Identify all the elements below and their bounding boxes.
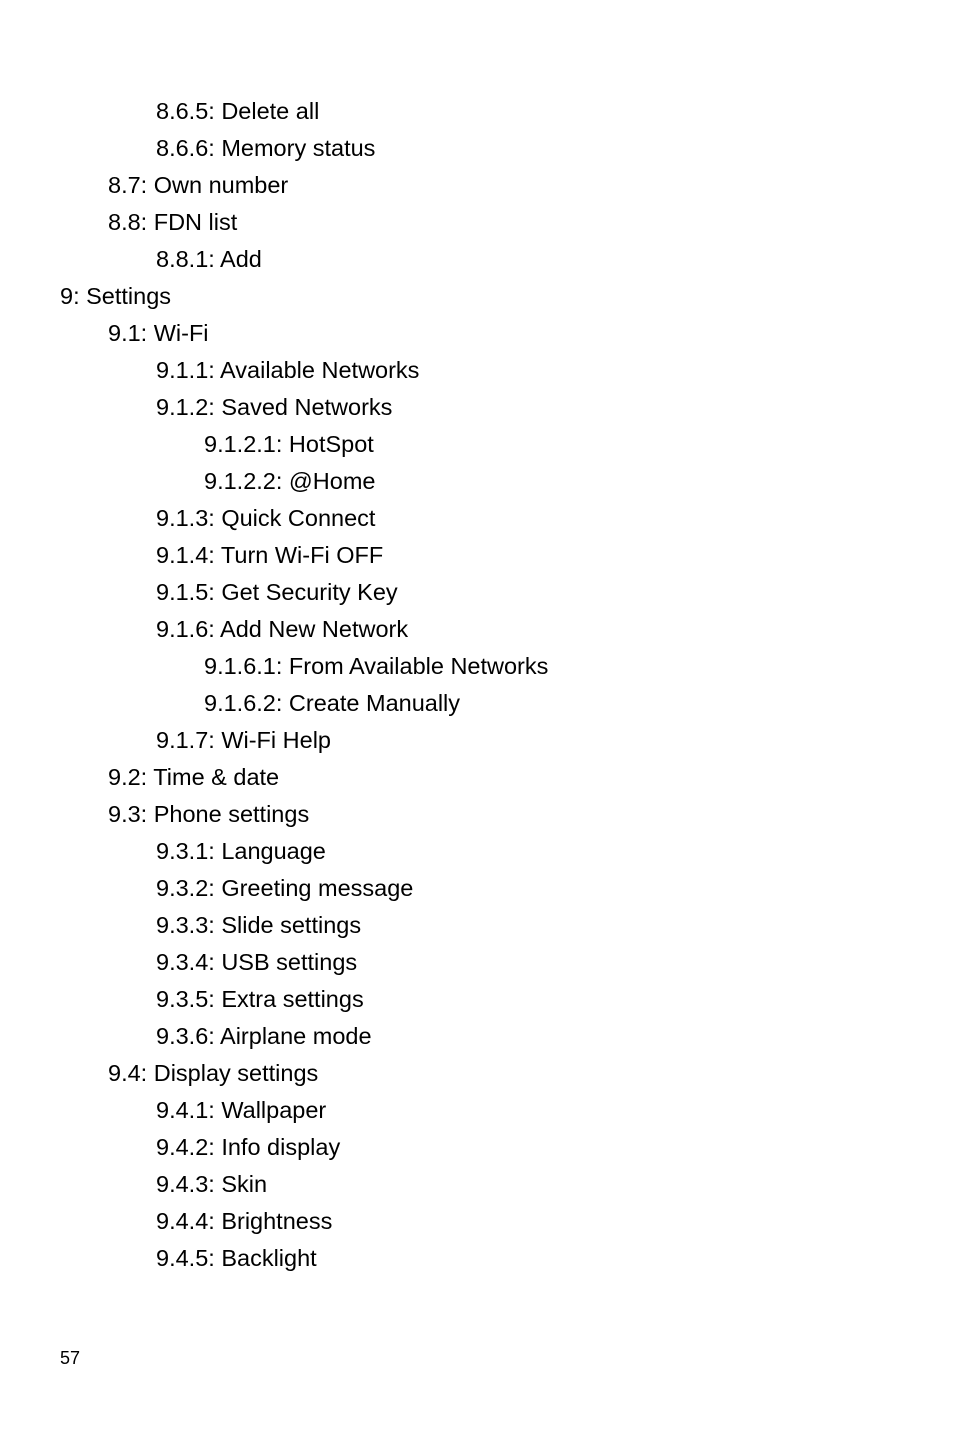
menu-item: 9.4.2: Info display (156, 1136, 954, 1160)
menu-item: 9.3.2: Greeting message (156, 877, 954, 901)
menu-item: 9: Settings (60, 285, 954, 309)
menu-item: 9.4: Display settings (108, 1062, 954, 1086)
menu-item: 9.1.2.1: HotSpot (204, 433, 954, 457)
menu-item: 9.1.3: Quick Connect (156, 507, 954, 531)
menu-item: 9.4.5: Backlight (156, 1247, 954, 1271)
menu-item: 9.1: Wi-Fi (108, 322, 954, 346)
page-number: 57 (60, 1348, 80, 1369)
menu-item: 9.3.6: Airplane mode (156, 1025, 954, 1049)
menu-item: 9.1.7: Wi-Fi Help (156, 729, 954, 753)
menu-item: 9.1.2.2: @Home (204, 470, 954, 494)
menu-item: 9.4.3: Skin (156, 1173, 954, 1197)
menu-item: 8.6.6: Memory status (156, 137, 954, 161)
menu-item: 9.3.1: Language (156, 840, 954, 864)
menu-item: 9.3.3: Slide settings (156, 914, 954, 938)
menu-item: 8.8.1: Add (156, 248, 954, 272)
menu-item: 9.3.4: USB settings (156, 951, 954, 975)
menu-item: 9.1.6: Add New Network (156, 618, 954, 642)
menu-item: 9.1.4: Turn Wi-Fi OFF (156, 544, 954, 568)
menu-item: 9.1.6.1: From Available Networks (204, 655, 954, 679)
menu-item: 9.3: Phone settings (108, 803, 954, 827)
menu-item: 9.3.5: Extra settings (156, 988, 954, 1012)
menu-item: 9.4.1: Wallpaper (156, 1099, 954, 1123)
menu-item: 9.1.6.2: Create Manually (204, 692, 954, 716)
menu-item: 9.2: Time & date (108, 766, 954, 790)
menu-item: 9.1.1: Available Networks (156, 359, 954, 383)
menu-item: 8.7: Own number (108, 174, 954, 198)
menu-item: 8.6.5: Delete all (156, 100, 954, 124)
menu-item: 9.1.2: Saved Networks (156, 396, 954, 420)
menu-item: 8.8: FDN list (108, 211, 954, 235)
menu-item: 9.1.5: Get Security Key (156, 581, 954, 605)
menu-list: 8.6.5: Delete all 8.6.6: Memory status 8.7… (60, 100, 954, 1271)
menu-item: 9.4.4: Brightness (156, 1210, 954, 1234)
